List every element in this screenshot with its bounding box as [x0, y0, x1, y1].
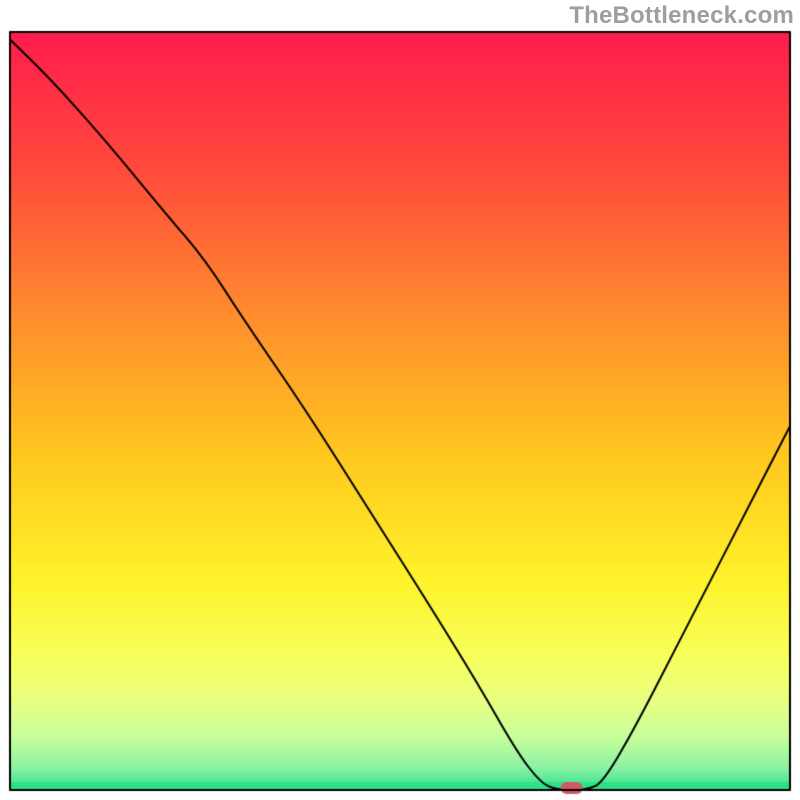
chart-container: TheBottleneck.com — [0, 0, 800, 800]
watermark-text: TheBottleneck.com — [569, 2, 794, 30]
bottleneck-chart-canvas — [0, 0, 800, 800]
